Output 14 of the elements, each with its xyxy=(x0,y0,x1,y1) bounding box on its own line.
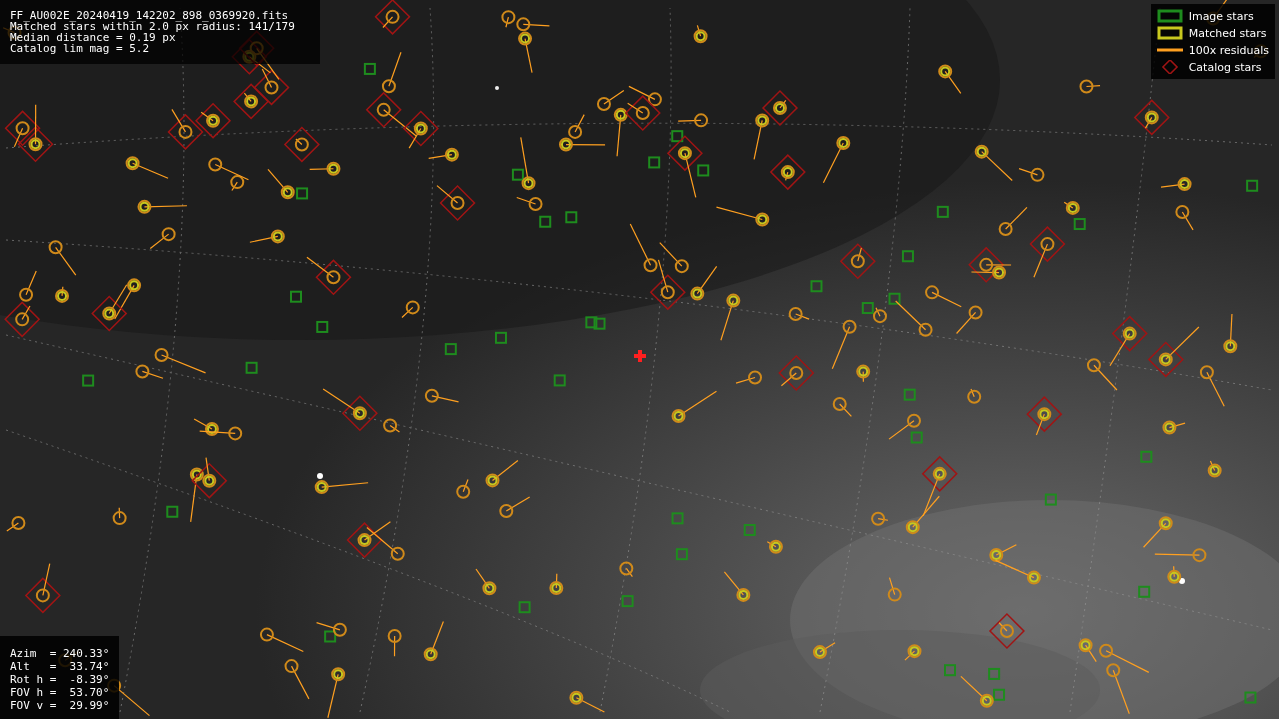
legend-label: Image stars xyxy=(1188,9,1254,23)
legend-label: Matched stars xyxy=(1188,26,1267,40)
info-line: Median distance = 0.19 px xyxy=(10,32,176,43)
legend-label: Catalog stars xyxy=(1188,60,1262,74)
info-line: FOV v = 29.99° xyxy=(10,700,110,711)
info-line: Alt = 33.74° xyxy=(10,661,110,672)
info-line: Azim = 240.33° xyxy=(10,648,110,659)
info-line: FOV h = 53.70° xyxy=(10,687,110,698)
center-cross-icon xyxy=(632,348,648,364)
info-line: FF_AU002E_20240419_142202_898_0369920.fits xyxy=(10,10,290,21)
legend-label: 100x residuals xyxy=(1188,43,1269,57)
info-line: Rot h = -8.39° xyxy=(10,674,110,685)
info-line: Matched stars within 2.0 px radius: 141/179 xyxy=(10,21,296,32)
info-line: Catalog lim mag = 5.2 xyxy=(10,43,151,54)
